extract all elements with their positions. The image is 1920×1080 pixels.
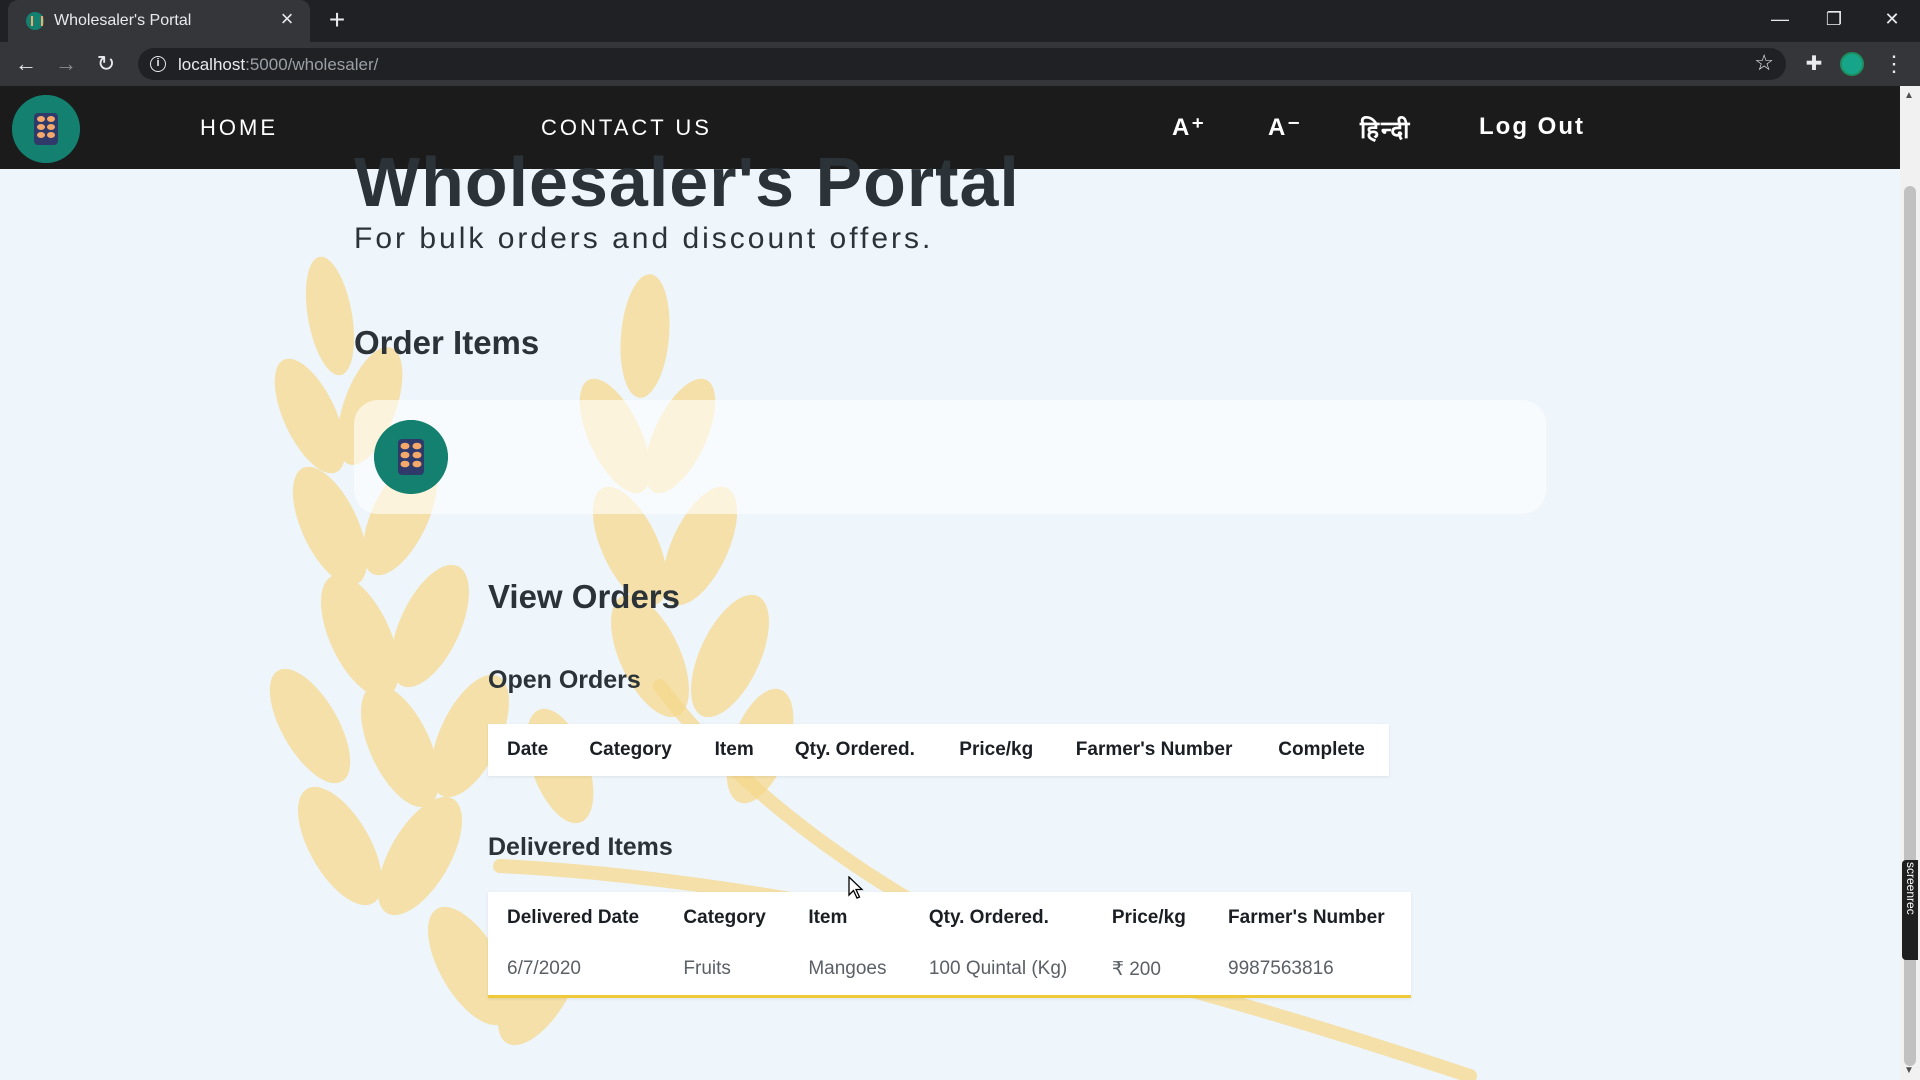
wheat-logo-icon[interactable]: [12, 95, 80, 163]
column-header: Qty. Ordered.: [794, 739, 915, 760]
table-row: 6/7/2020 Fruits Mangoes 100 Quintal (Kg)…: [488, 944, 1411, 996]
item-cell: Mangoes: [789, 944, 910, 996]
mouse-cursor-icon: [848, 876, 864, 899]
order-items-heading: Order Items: [354, 324, 540, 361]
column-header: Complete: [1278, 739, 1365, 760]
url-path: :5000/wholesaler/: [245, 55, 379, 74]
minimize-icon[interactable]: —: [1752, 0, 1808, 38]
watermark-label: screenrec: [1904, 862, 1918, 915]
browser-tab[interactable]: Wholesaler's Portal ×: [8, 0, 310, 42]
scroll-up-icon[interactable]: ▲: [1904, 90, 1914, 101]
font-increase-button[interactable]: A⁺: [1172, 113, 1206, 142]
restore-icon[interactable]: ❐: [1806, 0, 1862, 38]
page-subtitle: For bulk orders and discount offers.: [354, 222, 934, 255]
view-orders-heading: View Orders: [488, 578, 680, 615]
logout-button[interactable]: Log Out: [1479, 113, 1585, 141]
column-header: Category: [589, 739, 672, 760]
forward-icon[interactable]: →: [52, 50, 80, 78]
open-orders-heading: Open Orders: [488, 666, 641, 694]
farmer-number-cell: 9987563816: [1209, 944, 1411, 996]
scroll-down-icon[interactable]: ▼: [1904, 1065, 1914, 1076]
browser-toolbar: ← → ↻ i localhost:5000/wholesaler/ ☆ ✚ ⋮: [0, 42, 1920, 86]
wheat-logo-icon[interactable]: [374, 420, 448, 494]
address-bar[interactable]: i localhost:5000/wholesaler/ ☆: [138, 48, 1786, 80]
open-orders-table: Date Category Item Qty. Ordered. Price/k…: [488, 724, 1389, 776]
star-icon[interactable]: ☆: [1754, 50, 1774, 76]
column-header: Delivered Date: [507, 907, 640, 928]
column-header: Farmer's Number: [1075, 739, 1233, 760]
column-header: Farmer's Number: [1228, 907, 1385, 928]
nav-contact-link[interactable]: CONTACT US: [541, 115, 712, 141]
info-icon[interactable]: i: [150, 56, 166, 72]
back-icon[interactable]: ←: [12, 50, 40, 78]
menu-icon[interactable]: ⋮: [1880, 50, 1908, 78]
column-header: Date: [507, 739, 549, 760]
column-header: Qty. Ordered.: [928, 907, 1049, 928]
page-viewport: HOME CONTACT US A⁺ A⁻ हिन्दी Log Out Who…: [0, 86, 1900, 1080]
price-cell: ₹ 200: [1092, 944, 1210, 996]
delivered-items-table: Delivered Date Category Item Qty. Ordere…: [488, 892, 1411, 998]
url-text[interactable]: localhost:5000/wholesaler/: [178, 55, 378, 75]
url-host: localhost: [178, 55, 246, 74]
close-tab-icon[interactable]: ×: [276, 8, 298, 30]
column-header: Item: [714, 739, 754, 760]
nav-home-link[interactable]: HOME: [200, 115, 278, 141]
font-decrease-button[interactable]: A⁻: [1268, 113, 1302, 142]
category-cell: Fruits: [664, 944, 790, 996]
close-window-icon[interactable]: ✕: [1864, 0, 1920, 38]
screenrec-watermark: screenrec: [1902, 860, 1918, 960]
quantity-cell: 100 Quintal (Kg): [909, 944, 1093, 996]
extensions-icon[interactable]: ✚: [1800, 50, 1828, 78]
page-title: Wholesaler's Portal: [354, 143, 1020, 221]
order-items-card: [354, 400, 1546, 514]
reload-icon[interactable]: ↻: [92, 50, 120, 78]
wheat-favicon-icon: [26, 12, 44, 30]
delivered-items-heading: Delivered Items: [488, 833, 673, 861]
column-header: Category: [683, 907, 766, 928]
table-header-row: Date Category Item Qty. Ordered. Price/k…: [488, 724, 1389, 776]
profile-icon[interactable]: [1840, 52, 1864, 76]
table-header-row: Delivered Date Category Item Qty. Ordere…: [488, 892, 1411, 944]
column-header: Price/kg: [959, 739, 1034, 760]
browser-tabbar: Wholesaler's Portal × + — ❐ ✕: [0, 0, 1920, 42]
tab-title: Wholesaler's Portal: [54, 12, 192, 29]
new-tab-icon[interactable]: +: [322, 6, 352, 36]
delivered-date-cell: 6/7/2020: [488, 944, 665, 996]
language-toggle-button[interactable]: हिन्दी: [1360, 113, 1411, 146]
column-header: Price/kg: [1111, 907, 1186, 928]
